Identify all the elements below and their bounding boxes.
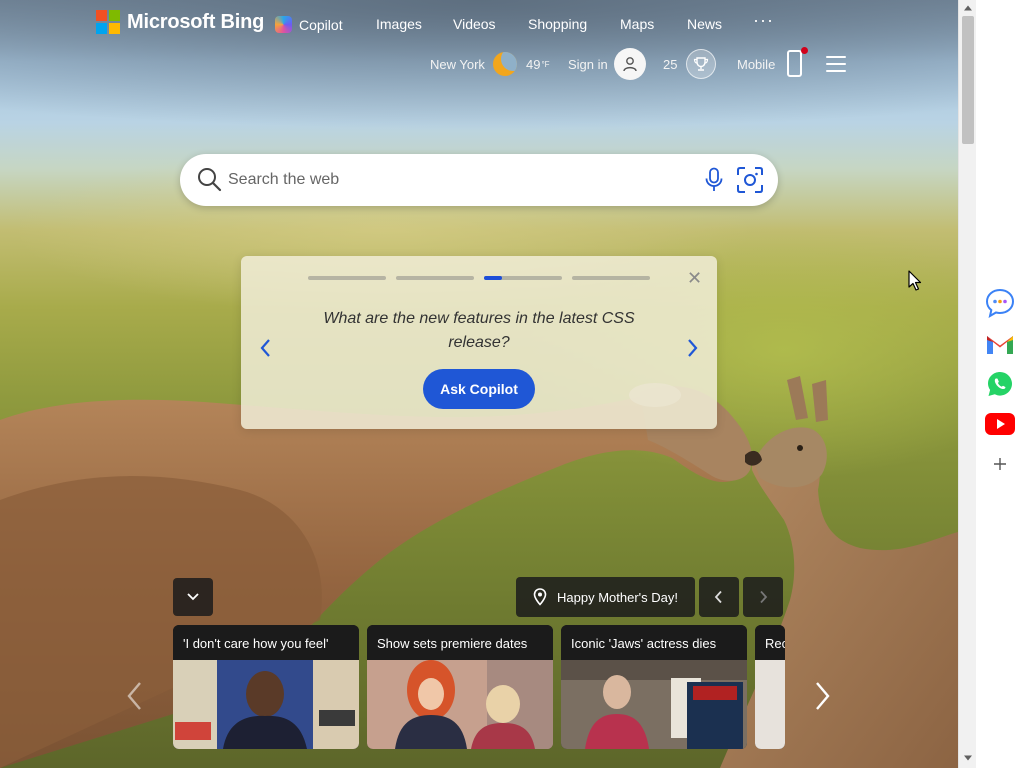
news-tile[interactable]: Show sets premiere dates bbox=[367, 625, 553, 749]
location-label[interactable]: New York bbox=[430, 57, 485, 72]
news-tile-image bbox=[367, 660, 553, 749]
news-tile-image bbox=[561, 660, 747, 749]
gmail-icon[interactable] bbox=[984, 328, 1016, 360]
search-input[interactable] bbox=[228, 168, 668, 192]
search-box[interactable] bbox=[180, 154, 778, 206]
news-tile-image bbox=[173, 660, 359, 749]
sign-in-link[interactable]: Sign in bbox=[568, 57, 608, 72]
nav-images[interactable]: Images bbox=[376, 16, 422, 32]
chevron-left-icon bbox=[714, 590, 722, 604]
mouse-cursor-icon bbox=[908, 270, 922, 291]
person-icon bbox=[623, 57, 637, 72]
add-icon[interactable] bbox=[984, 448, 1016, 480]
scroll-down-arrow-icon[interactable] bbox=[963, 754, 973, 762]
avatar[interactable] bbox=[614, 48, 646, 80]
scrollbar-thumb[interactable] bbox=[962, 16, 974, 144]
visual-search-icon[interactable] bbox=[736, 166, 764, 194]
microphone-icon[interactable] bbox=[704, 167, 724, 193]
temperature-value: 49 bbox=[526, 57, 541, 72]
youtube-icon[interactable] bbox=[984, 408, 1016, 440]
close-icon[interactable]: ✕ bbox=[687, 269, 702, 287]
nav-videos[interactable]: Videos bbox=[453, 16, 496, 32]
chat-bubble-icon[interactable] bbox=[984, 287, 1016, 319]
news-tile-title: Show sets premiere dates bbox=[367, 625, 553, 660]
nav-copilot[interactable]: Copilot bbox=[275, 16, 343, 33]
ask-copilot-button[interactable]: Ask Copilot bbox=[423, 369, 535, 409]
news-tile[interactable]: Rec bbox=[755, 625, 785, 749]
carousel-dot-active[interactable] bbox=[484, 276, 562, 280]
carousel-dot[interactable] bbox=[396, 276, 474, 280]
temperature-unit: °F bbox=[541, 60, 550, 69]
brand-name: Microsoft Bing bbox=[127, 10, 265, 33]
event-banner[interactable]: Happy Mother's Day! bbox=[516, 577, 695, 617]
nav-copilot-label: Copilot bbox=[299, 16, 343, 33]
news-next-arrow-icon[interactable] bbox=[811, 680, 833, 712]
news-prev-arrow-icon[interactable] bbox=[124, 680, 146, 712]
mobile-phone-icon[interactable] bbox=[787, 47, 808, 77]
trophy-icon[interactable] bbox=[686, 49, 716, 79]
notification-dot bbox=[801, 47, 808, 54]
location-pin-icon bbox=[533, 588, 547, 606]
browser-side-panel bbox=[976, 0, 1024, 768]
nav-maps[interactable]: Maps bbox=[620, 16, 654, 32]
nav-news[interactable]: News bbox=[687, 16, 722, 32]
banner-prev-button[interactable] bbox=[699, 577, 739, 617]
carousel-indicators bbox=[308, 276, 660, 280]
whatsapp-icon[interactable] bbox=[984, 368, 1016, 400]
chevron-left-icon[interactable] bbox=[259, 338, 273, 358]
news-tile-title: Iconic 'Jaws' actress dies bbox=[561, 625, 747, 660]
search-icon bbox=[198, 168, 222, 192]
news-tile-image bbox=[755, 660, 785, 749]
carousel-dot[interactable] bbox=[572, 276, 650, 280]
carousel-dot[interactable] bbox=[308, 276, 386, 280]
news-tile[interactable]: Iconic 'Jaws' actress dies bbox=[561, 625, 747, 749]
mobile-link[interactable]: Mobile bbox=[737, 57, 775, 72]
chevron-right-icon[interactable] bbox=[685, 338, 699, 358]
microsoft-logo-icon bbox=[96, 10, 120, 34]
chevron-right-icon bbox=[760, 590, 768, 604]
hamburger-icon[interactable] bbox=[826, 56, 846, 72]
scroll-up-arrow-icon[interactable] bbox=[963, 4, 973, 12]
collapse-news-button[interactable] bbox=[173, 578, 213, 616]
page-scrollbar[interactable] bbox=[958, 0, 976, 768]
moon-icon[interactable] bbox=[493, 52, 517, 76]
chevron-down-icon bbox=[187, 593, 199, 601]
bing-logo[interactable]: Microsoft Bing bbox=[96, 10, 264, 34]
copilot-prompt-card: ✕ What are the new features in the lates… bbox=[241, 256, 717, 429]
banner-next-button[interactable] bbox=[743, 577, 783, 617]
news-tile-title: Rec bbox=[755, 625, 785, 660]
news-tile[interactable]: 'I don't care how you feel' bbox=[173, 625, 359, 749]
copilot-icon bbox=[275, 16, 292, 33]
ellipsis-icon[interactable]: ··· bbox=[753, 10, 774, 31]
top-bar: Microsoft Bing Copilot Images Videos Sho… bbox=[0, 0, 958, 80]
event-banner-label: Happy Mother's Day! bbox=[557, 589, 678, 605]
temperature[interactable]: 49 °F bbox=[526, 57, 550, 72]
nav-shopping[interactable]: Shopping bbox=[528, 16, 587, 32]
news-tile-title: 'I don't care how you feel' bbox=[173, 625, 359, 660]
copilot-question: What are the new features in the latest … bbox=[323, 310, 635, 351]
rewards-points[interactable]: 25 bbox=[663, 57, 677, 72]
